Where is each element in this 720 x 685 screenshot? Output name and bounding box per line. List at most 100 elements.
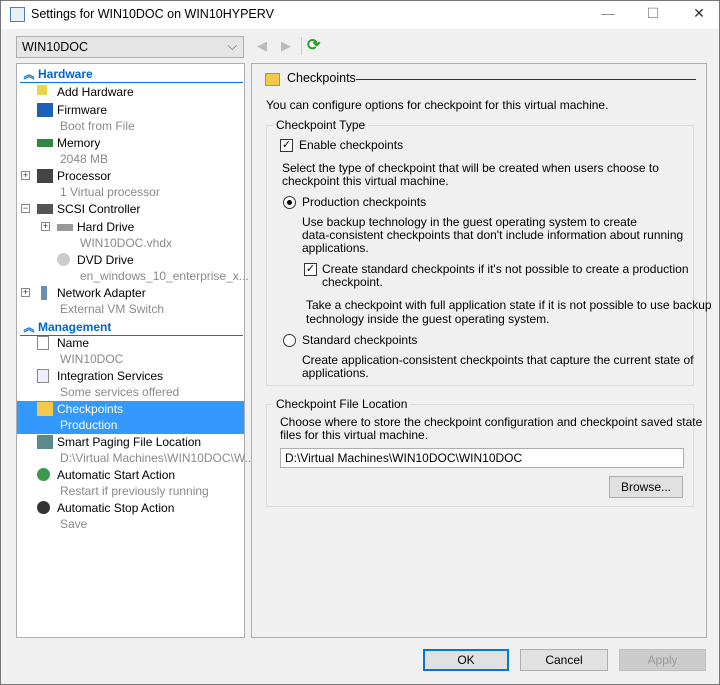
panel-intro: You can configure options for checkpoint… xyxy=(266,98,609,112)
fallback-standard-checkbox[interactable]: ✓ xyxy=(304,263,317,276)
stop-action-icon xyxy=(37,501,50,514)
tree-item-processor[interactable]: + Processor 1 Virtual processor xyxy=(17,168,244,201)
standard-label[interactable]: Standard checkpoints xyxy=(302,333,417,348)
integration-services-icon xyxy=(37,369,49,383)
smart-paging-icon xyxy=(37,435,53,449)
tree-item-label: Checkpoints xyxy=(57,402,124,416)
fallback-label[interactable]: checkpoint. xyxy=(322,275,383,290)
settings-icon xyxy=(10,7,25,22)
production-radio[interactable] xyxy=(283,196,296,209)
divider xyxy=(301,37,302,55)
tree-item-sub: WIN10DOC.vhdx xyxy=(80,236,173,250)
dvd-icon xyxy=(57,253,70,266)
tree-item-automatic-stop[interactable]: Automatic Stop Action Save xyxy=(17,500,244,533)
tree-item-label: Name xyxy=(57,336,90,350)
tree-item-sub: 1 Virtual processor xyxy=(60,185,160,199)
tree-item-dvd-drive[interactable]: DVD Drive en_windows_10_enterprise_x... xyxy=(37,252,249,285)
hard-drive-icon xyxy=(57,224,73,231)
tree-item-memory[interactable]: Memory 2048 MB xyxy=(17,135,244,168)
tree-item-label: Add Hardware xyxy=(57,85,134,99)
panel-title: Checkpoints xyxy=(287,71,356,85)
collapse-icon: ︽ xyxy=(23,322,35,334)
settings-tree: ︽ Hardware Add Hardware Firmware Boot from… xyxy=(16,63,255,638)
tree-item-sub: Some services offered xyxy=(60,385,180,399)
back-icon[interactable]: ◀ xyxy=(257,38,267,54)
vm-selector[interactable]: WIN10DOC ⌵ xyxy=(16,36,244,58)
tree-item-sub: Save xyxy=(60,517,88,531)
location-value: D:\Virtual Machines\WIN10DOC\WIN10DOC xyxy=(285,451,523,465)
window-title: Settings for WIN10DOC on WIN10HYPERV xyxy=(31,7,274,21)
close-button[interactable]: ✕ xyxy=(689,5,709,23)
enable-checkpoints-label[interactable]: Enable checkpoints xyxy=(299,138,403,153)
management-header[interactable]: ︽ Management xyxy=(20,319,243,336)
ok-button[interactable]: OK xyxy=(423,649,509,671)
tree-item-firmware[interactable]: Firmware Boot from File xyxy=(17,102,244,135)
location-desc: files for this virtual machine. xyxy=(280,428,429,442)
vm-selector-value: WIN10DOC xyxy=(22,40,88,54)
forward-icon[interactable]: ▶ xyxy=(281,38,291,54)
browse-button[interactable]: Browse... xyxy=(609,476,683,498)
hardware-header[interactable]: ︽ Hardware xyxy=(20,66,243,83)
fallback-desc: technology inside the guest operating sy… xyxy=(306,312,550,326)
tree-item-label: Automatic Start Action xyxy=(57,468,176,482)
scsi-icon xyxy=(37,204,53,214)
tree-item-sub: 2048 MB xyxy=(60,152,109,166)
tree-item-sub: Restart if previously running xyxy=(60,484,209,498)
tree-item-scsi-controller[interactable]: − SCSI Controller xyxy=(17,201,244,218)
location-input[interactable]: D:\Virtual Machines\WIN10DOC\WIN10DOC xyxy=(280,448,684,468)
standard-radio[interactable] xyxy=(283,334,296,347)
tree-item-automatic-start[interactable]: Automatic Start Action Restart if previou… xyxy=(17,467,244,500)
tree-item-sub: D:\Virtual Machines\WIN10DOC\W... xyxy=(60,451,255,465)
tree-item-label: Network Adapter xyxy=(57,286,146,300)
select-desc: checkpoint this virtual machine. xyxy=(282,174,449,188)
tree-item-integration-services[interactable]: Integration Services Some services offere… xyxy=(17,368,244,401)
minimize-button[interactable]: — xyxy=(598,5,618,23)
tree-item-label: Firmware xyxy=(57,103,107,117)
start-action-icon xyxy=(37,468,50,481)
tree-item-label: Memory xyxy=(57,136,101,150)
name-icon xyxy=(37,336,49,350)
tree-item-label: SCSI Controller xyxy=(57,202,141,216)
expand-icon[interactable]: + xyxy=(21,288,30,297)
production-label[interactable]: Production checkpoints xyxy=(302,195,426,210)
firmware-icon xyxy=(37,103,53,117)
management-header-label: Management xyxy=(38,320,112,334)
expand-icon[interactable]: + xyxy=(41,222,50,231)
tree-item-label: Automatic Stop Action xyxy=(57,501,175,515)
group-label: Checkpoint File Location xyxy=(276,397,408,411)
title-divider xyxy=(356,79,696,80)
network-adapter-icon xyxy=(41,286,47,300)
tree-item-label: DVD Drive xyxy=(77,253,134,267)
tree-item-hard-drive[interactable]: + Hard Drive WIN10DOC.vhdx xyxy=(37,219,244,252)
tree-item-smart-paging[interactable]: Smart Paging File Location D:\Virtual Mac… xyxy=(17,434,255,467)
tree-item-label: Processor xyxy=(57,169,112,183)
cancel-button[interactable]: Cancel xyxy=(520,649,608,671)
tree-item-sub: External VM Switch xyxy=(60,302,165,316)
standard-desc: applications. xyxy=(302,366,369,380)
collapse-icon[interactable]: − xyxy=(21,204,30,213)
collapse-icon: ︽ xyxy=(23,69,35,81)
apply-button[interactable]: Apply xyxy=(619,649,706,671)
refresh-icon[interactable]: ⟳ xyxy=(307,35,320,55)
tree-item-name[interactable]: Name WIN10DOC xyxy=(17,335,244,368)
add-hardware-icon xyxy=(37,85,47,95)
checkpoints-panel: Checkpoints You can configure options fo… xyxy=(251,63,712,638)
tree-item-sub: en_windows_10_enterprise_x... xyxy=(80,269,249,283)
tree-item-label: Integration Services xyxy=(57,369,164,383)
tree-item-sub: Boot from File xyxy=(60,119,135,133)
tree-item-sub: WIN10DOC xyxy=(60,352,124,366)
tree-item-checkpoints[interactable]: Checkpoints Production xyxy=(17,401,244,434)
memory-icon xyxy=(37,139,53,147)
tree-item-sub: Production xyxy=(60,418,118,432)
tree-item-network-adapter[interactable]: + Network Adapter External VM Switch xyxy=(17,285,244,318)
title-bar: Settings for WIN10DOC on WIN10HYPERV — ☐… xyxy=(1,1,719,29)
production-desc: applications. xyxy=(302,241,369,255)
tree-item-label: Smart Paging File Location xyxy=(57,435,202,449)
enable-checkpoints-checkbox[interactable]: ✓ xyxy=(280,139,293,152)
tree-item-label: Hard Drive xyxy=(77,220,135,234)
checkpoints-icon xyxy=(265,73,280,86)
fallback-desc: Take a checkpoint with full application … xyxy=(306,298,712,312)
expand-icon[interactable]: + xyxy=(21,171,30,180)
processor-icon xyxy=(37,169,53,183)
maximize-button[interactable]: ☐ xyxy=(643,5,663,23)
